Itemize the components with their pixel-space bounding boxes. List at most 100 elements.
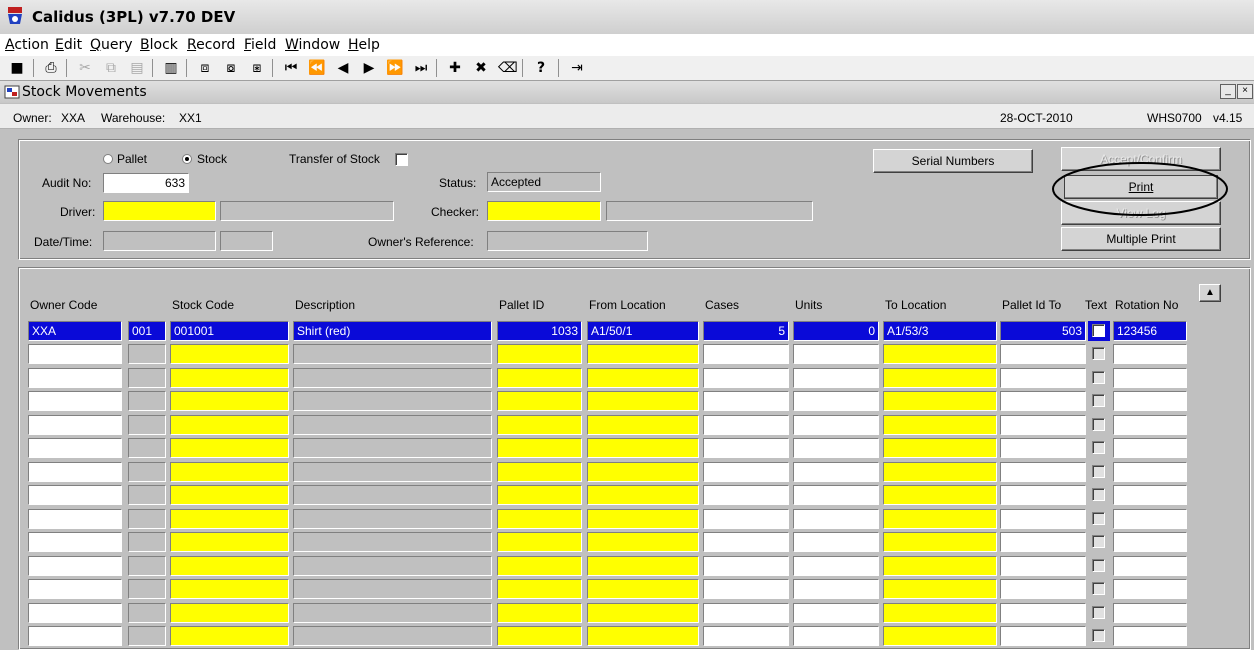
- from-location-cell[interactable]: [587, 367, 699, 388]
- owner-code-cell[interactable]: [28, 508, 122, 529]
- pallet-id-to-cell[interactable]: [1000, 344, 1086, 364]
- to-location-cell[interactable]: A1/53/3: [883, 321, 997, 341]
- rotation-no-cell[interactable]: [1113, 508, 1187, 529]
- rotation-no-cell[interactable]: [1113, 438, 1187, 458]
- text-checkbox[interactable]: [1092, 441, 1105, 454]
- from-location-cell[interactable]: [587, 532, 699, 552]
- insert-record-icon[interactable]: ✚: [446, 59, 464, 77]
- units-cell[interactable]: [793, 344, 879, 364]
- cases-cell[interactable]: 5: [703, 321, 789, 341]
- owner-code-cell[interactable]: [28, 414, 122, 435]
- stock-code-cell[interactable]: [170, 626, 289, 646]
- cases-cell[interactable]: [703, 626, 789, 646]
- owner-code-cell[interactable]: [28, 532, 122, 552]
- from-location-cell[interactable]: A1/50/1: [587, 321, 699, 341]
- enter-query-icon[interactable]: ⧈: [196, 59, 214, 77]
- units-cell[interactable]: [793, 485, 879, 505]
- from-location-cell[interactable]: [587, 391, 699, 411]
- text-checkbox[interactable]: [1092, 488, 1105, 501]
- owner-code-cell[interactable]: [28, 367, 122, 388]
- rotation-no-cell[interactable]: [1113, 579, 1187, 599]
- to-location-cell[interactable]: [883, 485, 997, 505]
- stock-code-cell[interactable]: 001001: [170, 321, 289, 341]
- to-location-cell[interactable]: [883, 344, 997, 364]
- rotation-no-cell[interactable]: [1113, 555, 1187, 576]
- stock-code-cell[interactable]: [170, 391, 289, 411]
- text-checkbox[interactable]: [1092, 582, 1105, 595]
- to-location-cell[interactable]: [883, 461, 997, 482]
- pallet-id-cell[interactable]: [497, 508, 582, 529]
- units-cell[interactable]: [793, 367, 879, 388]
- pallet-id-to-cell[interactable]: 503: [1000, 321, 1086, 341]
- text-checkbox[interactable]: [1092, 535, 1105, 548]
- units-cell[interactable]: [793, 555, 879, 576]
- pallet-id-to-cell[interactable]: [1000, 602, 1086, 623]
- menu-field[interactable]: Field: [244, 37, 276, 53]
- rotation-no-cell[interactable]: [1113, 532, 1187, 552]
- rotation-no-cell[interactable]: [1113, 626, 1187, 646]
- pallet-id-cell[interactable]: [497, 391, 582, 411]
- pallet-id-cell[interactable]: [497, 555, 582, 576]
- units-cell[interactable]: [793, 602, 879, 623]
- text-checkbox[interactable]: [1092, 605, 1105, 619]
- pallet-id-cell[interactable]: [497, 532, 582, 552]
- pallet-id-to-cell[interactable]: [1000, 508, 1086, 529]
- stock-code-cell[interactable]: [170, 367, 289, 388]
- to-location-cell[interactable]: [883, 438, 997, 458]
- line-no-cell[interactable]: 001: [128, 321, 166, 341]
- from-location-cell[interactable]: [587, 485, 699, 505]
- stock-radio[interactable]: [182, 154, 192, 164]
- first-record-icon[interactable]: ⏮: [282, 59, 300, 77]
- text-checkbox[interactable]: [1092, 417, 1105, 431]
- from-location-cell[interactable]: [587, 508, 699, 529]
- text-checkbox[interactable]: [1092, 629, 1105, 642]
- pallet-id-cell[interactable]: [497, 626, 582, 646]
- cases-cell[interactable]: [703, 555, 789, 576]
- stock-code-cell[interactable]: [170, 461, 289, 482]
- next-record-icon[interactable]: ▶: [360, 59, 378, 77]
- menu-record[interactable]: Record: [187, 37, 235, 53]
- description-cell[interactable]: Shirt (red): [293, 321, 492, 341]
- units-cell[interactable]: [793, 508, 879, 529]
- from-location-cell[interactable]: [587, 414, 699, 435]
- units-cell[interactable]: [793, 532, 879, 552]
- minimize-button[interactable]: _: [1220, 84, 1236, 99]
- cases-cell[interactable]: [703, 532, 789, 552]
- vertical-scrollbar[interactable]: [1199, 284, 1221, 644]
- to-location-cell[interactable]: [883, 602, 997, 623]
- cases-cell[interactable]: [703, 508, 789, 529]
- pallet-id-to-cell[interactable]: [1000, 579, 1086, 599]
- owner-code-cell[interactable]: [28, 438, 122, 458]
- audit-no-field[interactable]: 633: [103, 173, 189, 193]
- stock-code-cell[interactable]: [170, 579, 289, 599]
- from-location-cell[interactable]: [587, 461, 699, 482]
- cancel-query-icon[interactable]: ⧆: [248, 59, 266, 77]
- rotation-no-cell[interactable]: [1113, 367, 1187, 388]
- stock-code-cell[interactable]: [170, 508, 289, 529]
- clear-record-icon[interactable]: ⌫: [498, 59, 518, 77]
- stock-code-cell[interactable]: [170, 532, 289, 552]
- list-icon[interactable]: ▥: [162, 59, 180, 77]
- stock-code-cell[interactable]: [170, 438, 289, 458]
- close-button[interactable]: ×: [1237, 84, 1253, 99]
- from-location-cell[interactable]: [587, 344, 699, 364]
- previous-record-icon[interactable]: ◀: [334, 59, 352, 77]
- to-location-cell[interactable]: [883, 414, 997, 435]
- owners-reference-field[interactable]: [487, 231, 648, 251]
- stock-code-cell[interactable]: [170, 344, 289, 364]
- scroll-up-button[interactable]: ▲: [1199, 284, 1221, 302]
- pallet-id-cell[interactable]: [497, 602, 582, 623]
- cut-icon[interactable]: ✂: [76, 59, 94, 77]
- text-checkbox[interactable]: [1092, 464, 1105, 478]
- driver-code-field[interactable]: [103, 201, 216, 221]
- paste-icon[interactable]: ▤: [128, 59, 146, 77]
- owner-code-cell[interactable]: [28, 344, 122, 364]
- serial-numbers-button[interactable]: Serial Numbers: [873, 149, 1033, 173]
- delete-record-icon[interactable]: ✖: [472, 59, 490, 77]
- cases-cell[interactable]: [703, 461, 789, 482]
- transfer-of-stock-checkbox[interactable]: [395, 153, 408, 166]
- owner-code-cell[interactable]: [28, 602, 122, 623]
- owner-code-cell[interactable]: [28, 579, 122, 599]
- pallet-id-to-cell[interactable]: [1000, 626, 1086, 646]
- cases-cell[interactable]: [703, 344, 789, 364]
